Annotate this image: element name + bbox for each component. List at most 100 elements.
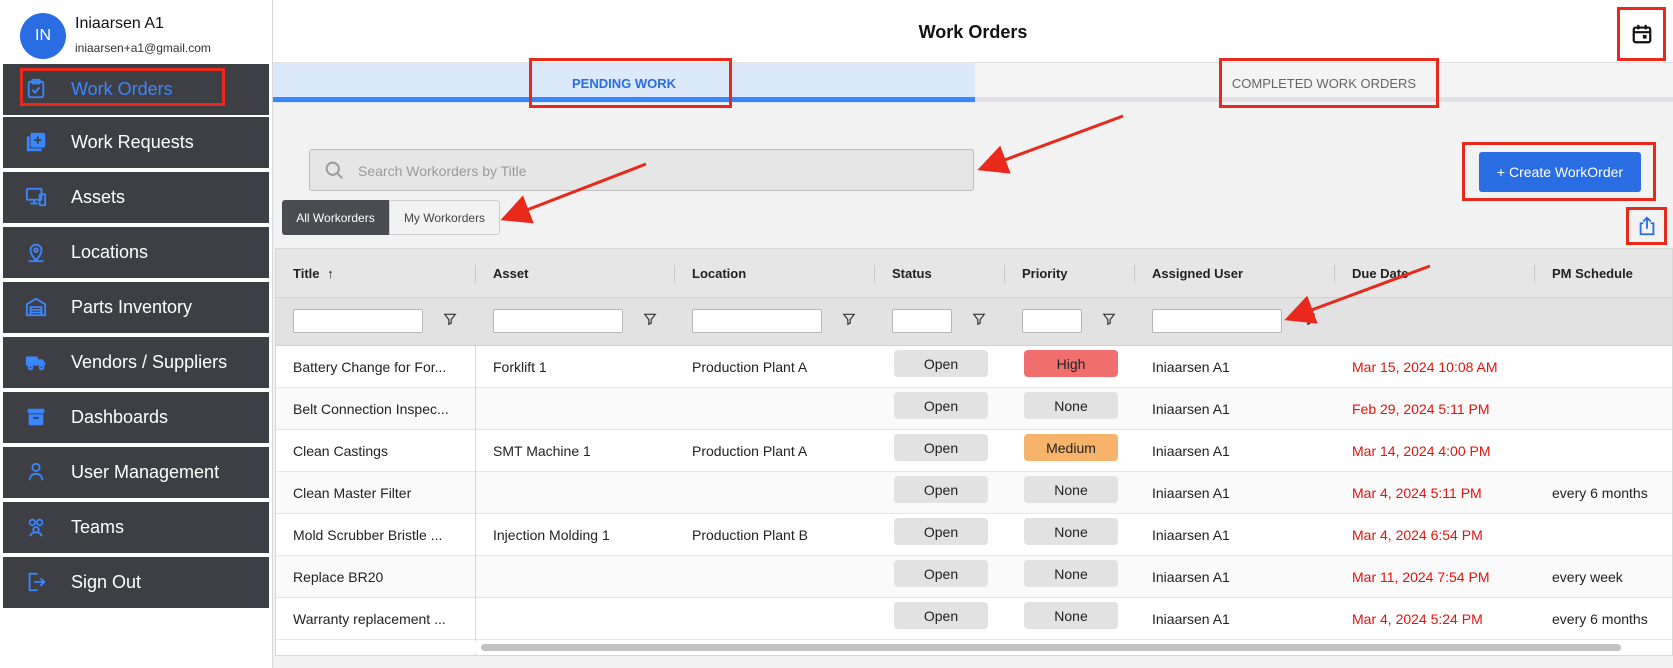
sidebar-item-parts-inventory[interactable]: Parts Inventory — [3, 282, 269, 333]
cell-assigned-user: Iniaarsen A1 — [1152, 485, 1230, 501]
table-row[interactable]: Warranty replacement ... Open None Iniaa… — [276, 598, 1672, 640]
sidebar-item-label: Vendors / Suppliers — [71, 352, 228, 372]
all-workorders-filter[interactable]: All Workorders — [282, 200, 389, 235]
sidebar-item-sign-out[interactable]: Sign Out — [3, 557, 269, 608]
cell-assigned-user: Iniaarsen A1 — [1152, 527, 1230, 543]
sidebar-item-label: Work Orders — [71, 79, 173, 99]
export-button[interactable] — [1626, 207, 1667, 245]
cell-title: Clean Castings — [293, 443, 388, 459]
search-icon — [325, 161, 344, 180]
cell-due-date: Mar 15, 2024 10:08 AM — [1352, 359, 1498, 375]
cell-pm-schedule: every week — [1552, 569, 1623, 585]
user-email: iniaarsen+a1@gmail.com — [75, 41, 211, 55]
column-header-status[interactable]: Status — [892, 266, 932, 281]
filter-icon[interactable] — [1302, 312, 1316, 326]
title-filter-input[interactable] — [293, 309, 423, 333]
cell-title: Warranty replacement ... — [293, 611, 446, 627]
status-filter-input[interactable] — [892, 309, 952, 333]
cell-title: Clean Master Filter — [293, 485, 412, 501]
cell-due-date: Feb 29, 2024 5:11 PM — [1352, 401, 1490, 417]
filter-icon[interactable] — [842, 312, 856, 326]
workorders-table: Title ↑ Asset Location Status Priority A… — [275, 248, 1673, 656]
user-icon — [28, 462, 44, 481]
table-row[interactable]: Mold Scrubber Bristle ... Injection Mold… — [276, 514, 1672, 556]
sidebar-item-locations[interactable]: Locations — [3, 227, 269, 278]
priority-badge: High — [1024, 350, 1118, 377]
cell-assigned-user: Iniaarsen A1 — [1152, 443, 1230, 459]
column-separator — [1334, 265, 1335, 283]
main-content: Work Orders PENDING WORK COMPLETED WORK … — [273, 0, 1673, 668]
cell-due-date: Mar 14, 2024 4:00 PM — [1352, 443, 1491, 459]
create-workorder-button[interactable]: + Create WorkOrder — [1479, 152, 1641, 192]
priority-badge: None — [1024, 560, 1118, 587]
location-filter-input[interactable] — [692, 309, 822, 333]
table-header-row: Title ↑ Asset Location Status Priority A… — [276, 249, 1672, 298]
sidebar-item-teams[interactable]: Teams — [3, 502, 269, 553]
column-separator — [1534, 265, 1535, 283]
table-row[interactable]: Replace BR20 Open None Iniaarsen A1 Mar … — [276, 556, 1672, 598]
cell-due-date: Mar 4, 2024 5:24 PM — [1352, 611, 1483, 627]
cell-assigned-user: Iniaarsen A1 — [1152, 611, 1230, 627]
filter-icon[interactable] — [643, 312, 657, 326]
sidebar-item-label: Teams — [71, 517, 125, 537]
priority-badge: None — [1024, 392, 1118, 419]
sidebar-item-work-requests[interactable]: Work Requests — [3, 117, 269, 168]
table-row[interactable]: Clean Castings SMT Machine 1 Production … — [276, 430, 1672, 472]
calendar-icon — [1632, 24, 1651, 44]
cell-assigned-user: Iniaarsen A1 — [1152, 401, 1230, 417]
cell-title: Belt Connection Inspec... — [293, 401, 449, 417]
user-name: Iniaarsen A1 — [75, 15, 164, 32]
sidebar-item-dashboards[interactable]: Dashboards — [3, 392, 269, 443]
assigned-user-filter-input[interactable] — [1152, 309, 1282, 333]
sidebar-item-user-management[interactable]: User Management — [3, 447, 269, 498]
cell-location: Production Plant A — [692, 443, 808, 459]
add-request-icon — [26, 132, 46, 152]
cell-title: Mold Scrubber Bristle ... — [293, 527, 443, 543]
filter-icon[interactable] — [443, 312, 457, 326]
column-separator — [1004, 265, 1005, 283]
cell-pm-schedule: every 6 months — [1552, 611, 1648, 627]
column-header-priority[interactable]: Priority — [1022, 266, 1068, 281]
cell-title: Battery Change for For... — [293, 359, 447, 375]
sidebar-item-label: Dashboards — [71, 407, 169, 427]
teams-icon — [28, 518, 44, 537]
asset-filter-input[interactable] — [493, 309, 623, 333]
column-header-asset[interactable]: Asset — [493, 266, 528, 281]
cell-assigned-user: Iniaarsen A1 — [1152, 359, 1230, 375]
my-workorders-filter[interactable]: My Workorders — [389, 200, 500, 235]
status-badge: Open — [894, 392, 988, 419]
status-badge: Open — [894, 518, 988, 545]
top-bar: Work Orders — [273, 0, 1673, 63]
priority-badge: None — [1024, 518, 1118, 545]
cell-due-date: Mar 4, 2024 6:54 PM — [1352, 527, 1483, 543]
column-separator — [1134, 265, 1135, 283]
status-badge: Open — [894, 476, 988, 503]
priority-filter-input[interactable] — [1022, 309, 1082, 333]
table-row[interactable]: Battery Change for For... Forklift 1 Pro… — [276, 346, 1672, 388]
user-profile[interactable]: IN Iniaarsen A1 iniaarsen+a1@gmail.com — [0, 0, 273, 64]
sidebar-item-assets[interactable]: Assets — [3, 172, 269, 223]
truck-icon — [25, 356, 46, 371]
filter-icon[interactable] — [1102, 312, 1116, 326]
cell-assigned-user: Iniaarsen A1 — [1152, 569, 1230, 585]
calendar-button[interactable] — [1617, 7, 1666, 61]
cell-location: Production Plant A — [692, 359, 808, 375]
column-header-pm-schedule[interactable]: PM Schedule — [1552, 266, 1633, 281]
clipboard-check-icon — [27, 78, 45, 99]
cell-pm-schedule: every 6 months — [1552, 485, 1648, 501]
sidebar-item-work-orders[interactable]: Work Orders — [3, 64, 269, 115]
filter-icon[interactable] — [972, 312, 986, 326]
search-input[interactable] — [358, 156, 958, 186]
table-row[interactable]: Clean Master Filter Open None Iniaarsen … — [276, 472, 1672, 514]
pinned-column-divider — [475, 346, 476, 655]
column-header-due-date[interactable]: Due Date — [1352, 266, 1408, 281]
sort-asc-icon: ↑ — [327, 266, 334, 281]
column-header-assigned-user[interactable]: Assigned User — [1152, 266, 1243, 281]
table-row[interactable]: Belt Connection Inspec... Open None Inia… — [276, 388, 1672, 430]
sidebar-item-vendors[interactable]: Vendors / Suppliers — [3, 337, 269, 388]
scrollbar-thumb[interactable] — [481, 644, 1621, 651]
warehouse-icon — [25, 297, 47, 317]
column-header-title[interactable]: Title ↑ — [293, 266, 334, 281]
sidebar-item-label: User Management — [71, 462, 220, 482]
column-header-location[interactable]: Location — [692, 266, 746, 281]
